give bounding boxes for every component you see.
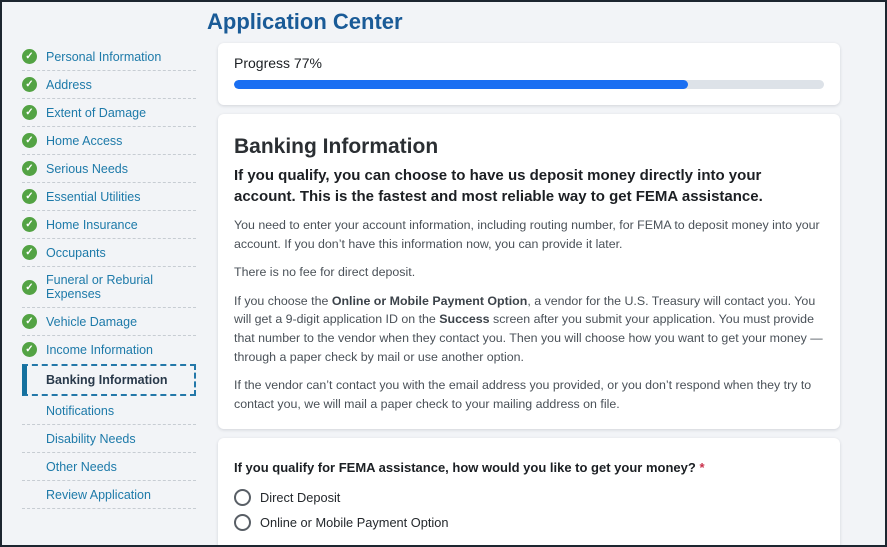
step-label: Vehicle Damage [46,315,137,329]
banking-info-card: Banking Information If you qualify, you … [218,114,840,429]
sidebar-step[interactable]: ✓ Income Information [22,336,196,363]
step-label: Personal Information [46,50,161,64]
sidebar-step[interactable]: ✓ Occupants [22,239,196,267]
payment-options: Direct Deposit Online or Mobile Payment … [234,485,824,535]
body-paragraph: There is no fee for direct deposit. [234,263,824,282]
check-circle-icon: ✓ [22,245,37,260]
progress-bar [234,80,824,89]
sidebar-step[interactable]: ✓ Notifications [22,397,196,425]
step-label: Home Insurance [46,218,138,232]
step-icon-slot: ✓ [22,161,37,176]
step-label: Address [46,78,92,92]
payment-option[interactable]: Online or Mobile Payment Option [234,510,824,535]
step-icon-slot: ✓ [22,105,37,120]
step-label: Disability Needs [46,432,136,446]
step-icon-slot: ✓ [22,314,37,329]
main-column: Progress 77% Banking Information If you … [218,37,840,547]
step-label: Notifications [46,404,114,418]
required-asterisk: * [699,460,704,475]
check-circle-icon: ✓ [22,161,37,176]
step-label: Income Information [46,343,153,357]
step-icon-slot: ✓ [22,280,37,295]
step-label: Extent of Damage [46,106,146,120]
sidebar-step[interactable]: ✓ Disability Needs [22,425,196,453]
sidebar-step[interactable]: ✓ Home Access [22,127,196,155]
sidebar-step[interactable]: ✓ Other Needs [22,453,196,481]
sidebar-step[interactable]: ✓ Address [22,71,196,99]
step-label: Other Needs [46,460,117,474]
sidebar-step[interactable]: ✓ Review Application [22,481,196,509]
step-icon-slot: ✓ [22,403,37,418]
check-circle-icon: ✓ [22,314,37,329]
check-circle-icon: ✓ [22,217,37,232]
sidebar-nav: ✓ Personal Information ✓ Address ✓ Exten… [22,43,196,509]
payment-option[interactable]: Direct Deposit [234,485,824,510]
payment-option-label: Direct Deposit [260,490,340,505]
step-icon-slot: ✓ [22,342,37,357]
step-icon-slot: ✓ [22,217,37,232]
step-label: Serious Needs [46,162,128,176]
step-icon-slot: ✓ [22,77,37,92]
payment-option-label: Online or Mobile Payment Option [260,515,449,530]
progress-label: Progress 77% [234,55,824,71]
question-text: If you qualify for FEMA assistance, how … [234,460,696,475]
banking-paragraphs: You need to enter your account informati… [234,216,824,413]
step-icon-slot: ✓ [22,133,37,148]
page-title: Application Center [207,9,885,35]
payment-option-radio[interactable] [234,514,251,531]
check-circle-icon: ✓ [22,77,37,92]
sidebar-step[interactable]: ✓ Essential Utilities [22,183,196,211]
step-label: Banking Information [46,373,168,387]
step-label: Funeral or Reburial Expenses [46,273,196,301]
sidebar-step[interactable]: ✓ Extent of Damage [22,99,196,127]
sidebar-step[interactable]: ✓ Personal Information [22,43,196,71]
body-paragraph: If you choose the Online or Mobile Payme… [234,292,824,366]
step-icon-slot: ✓ [22,459,37,474]
check-circle-icon: ✓ [22,105,37,120]
step-icon-slot: ✓ [22,487,37,502]
check-circle-icon: ✓ [22,49,37,64]
section-lead: If you qualify, you can choose to have u… [234,165,824,207]
check-circle-icon: ✓ [22,280,37,295]
content-area: ✓ Personal Information ✓ Address ✓ Exten… [2,37,885,547]
payment-question-card: If you qualify for FEMA assistance, how … [218,438,840,547]
step-icon-slot: ✓ [22,431,37,446]
sidebar-step[interactable]: ✓ Serious Needs [22,155,196,183]
sidebar-step[interactable]: ✓ Funeral or Reburial Expenses [22,267,196,308]
payment-option-radio[interactable] [234,489,251,506]
body-paragraph: You need to enter your account informati… [234,216,824,253]
body-paragraph: If the vendor can’t contact you with the… [234,376,824,413]
step-label: Review Application [46,488,151,502]
progress-card: Progress 77% [218,43,840,105]
check-circle-icon: ✓ [22,342,37,357]
check-circle-icon: ✓ [22,133,37,148]
application-window: Application Center ✓ Personal Informatio… [0,0,887,547]
sidebar-step[interactable]: ✓ Home Insurance [22,211,196,239]
step-label: Occupants [46,246,106,260]
check-circle-icon: ✓ [22,189,37,204]
step-icon-slot: ✓ [22,245,37,260]
question-label: If you qualify for FEMA assistance, how … [234,460,824,475]
step-icon-slot: ✓ [22,189,37,204]
sidebar-step[interactable]: Banking Information [22,364,196,396]
step-label: Essential Utilities [46,190,140,204]
progress-fill [234,80,688,89]
section-heading: Banking Information [234,135,824,159]
step-icon-slot: ✓ [22,49,37,64]
sidebar-step[interactable]: ✓ Vehicle Damage [22,308,196,336]
step-label: Home Access [46,134,122,148]
